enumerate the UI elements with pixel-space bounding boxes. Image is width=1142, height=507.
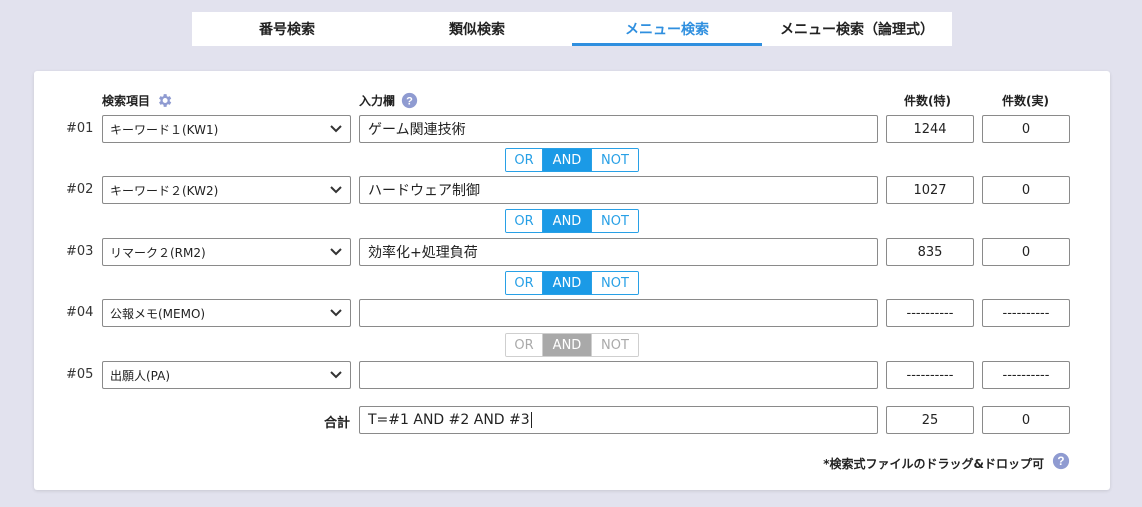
count-jitsu-2: 0: [982, 176, 1070, 204]
not-button[interactable]: NOT: [592, 210, 638, 232]
tab-menu-search[interactable]: メニュー検索: [572, 12, 762, 46]
operator-group-3: OR AND NOT: [505, 271, 639, 295]
total-count-jitsu: 0: [982, 406, 1070, 434]
count-tok-2: 1027: [886, 176, 974, 204]
text-caret: [530, 412, 532, 428]
count-tok-3: 835: [886, 238, 974, 266]
search-input-1[interactable]: ゲーム関連技術: [359, 115, 878, 143]
field-select-value: 出願人(PA): [110, 368, 171, 383]
not-button[interactable]: NOT: [592, 272, 638, 294]
search-input-5[interactable]: [359, 361, 878, 389]
field-select-value: 公報メモ(MEMO): [110, 306, 206, 321]
and-button[interactable]: AND: [543, 149, 592, 171]
chevron-down-icon: [330, 186, 342, 194]
or-button[interactable]: OR: [506, 272, 543, 294]
field-select-value: キーワード２(KW2): [110, 183, 219, 198]
and-button: AND: [543, 334, 592, 356]
input-value: 効率化+処理負荷: [368, 245, 478, 261]
count-jitsu-5: ----------: [982, 361, 1070, 389]
count-jitsu-header: 件数(実): [1002, 94, 1049, 108]
count-tok-1: 1244: [886, 115, 974, 143]
input-value: ハードウェア制御: [368, 183, 480, 199]
total-formula-input[interactable]: T=#1 AND #2 AND #3: [359, 406, 878, 434]
gear-icon[interactable]: [156, 92, 173, 109]
operator-group-1: OR AND NOT: [505, 148, 639, 172]
chevron-down-icon: [330, 248, 342, 256]
search-input-2[interactable]: ハードウェア制御: [359, 176, 878, 204]
and-button[interactable]: AND: [543, 272, 592, 294]
or-button[interactable]: OR: [506, 210, 543, 232]
field-column-header: 検索項目: [102, 92, 173, 109]
tab-menu-search-logical[interactable]: メニュー検索（論理式）: [762, 12, 952, 46]
count-jitsu-1: 0: [982, 115, 1070, 143]
input-value: ゲーム関連技術: [368, 122, 466, 138]
not-button[interactable]: NOT: [592, 149, 638, 171]
total-label: 合計: [324, 416, 351, 431]
chevron-down-icon: [330, 125, 342, 133]
svg-text:?: ?: [406, 95, 413, 107]
search-input-4[interactable]: [359, 299, 878, 327]
or-button[interactable]: OR: [506, 149, 543, 171]
question-circle-icon[interactable]: ?: [1052, 452, 1070, 470]
total-formula-value: T=#1 AND #2 AND #3: [368, 412, 530, 428]
and-button[interactable]: AND: [543, 210, 592, 232]
row-number: #04: [66, 305, 94, 320]
row-number: #01: [66, 121, 94, 136]
field-select-4[interactable]: 公報メモ(MEMO): [102, 299, 351, 327]
total-count-tok: 25: [886, 406, 974, 434]
row-number: #05: [66, 367, 94, 382]
count-tok-header: 件数(特): [904, 94, 951, 108]
field-select-3[interactable]: リマーク２(RM2): [102, 238, 351, 266]
count-tok-5: ----------: [886, 361, 974, 389]
search-input-3[interactable]: 効率化+処理負荷: [359, 238, 878, 266]
field-select-1[interactable]: キーワード１(KW1): [102, 115, 351, 143]
chevron-down-icon: [330, 371, 342, 379]
tab-number-search[interactable]: 番号検索: [192, 12, 382, 46]
count-tok-4: ----------: [886, 299, 974, 327]
input-column-header: 入力欄 ?: [359, 92, 418, 109]
search-panel: 検索項目 入力欄 ? 件数(特) 件数(実) #01 キーワード１(KW1) ゲ…: [34, 71, 1110, 490]
operator-group-4: OR AND NOT: [505, 333, 639, 357]
chevron-down-icon: [330, 309, 342, 317]
drag-drop-note: *検索式ファイルのドラッグ&ドロップ可: [823, 457, 1044, 471]
field-select-5[interactable]: 出願人(PA): [102, 361, 351, 389]
not-button: NOT: [592, 334, 638, 356]
search-tabs: 番号検索 類似検索 メニュー検索 メニュー検索（論理式）: [192, 12, 952, 46]
field-select-2[interactable]: キーワード２(KW2): [102, 176, 351, 204]
or-button: OR: [506, 334, 543, 356]
row-number: #03: [66, 244, 94, 259]
field-select-value: リマーク２(RM2): [110, 245, 206, 260]
count-jitsu-3: 0: [982, 238, 1070, 266]
count-jitsu-4: ----------: [982, 299, 1070, 327]
tab-similar-search[interactable]: 類似検索: [382, 12, 572, 46]
field-select-value: キーワード１(KW1): [110, 122, 219, 137]
svg-text:?: ?: [1057, 455, 1064, 468]
operator-group-2: OR AND NOT: [505, 209, 639, 233]
question-circle-icon[interactable]: ?: [401, 92, 418, 109]
field-header-label: 検索項目: [102, 94, 151, 108]
input-header-label: 入力欄: [359, 94, 396, 108]
row-number: #02: [66, 182, 94, 197]
